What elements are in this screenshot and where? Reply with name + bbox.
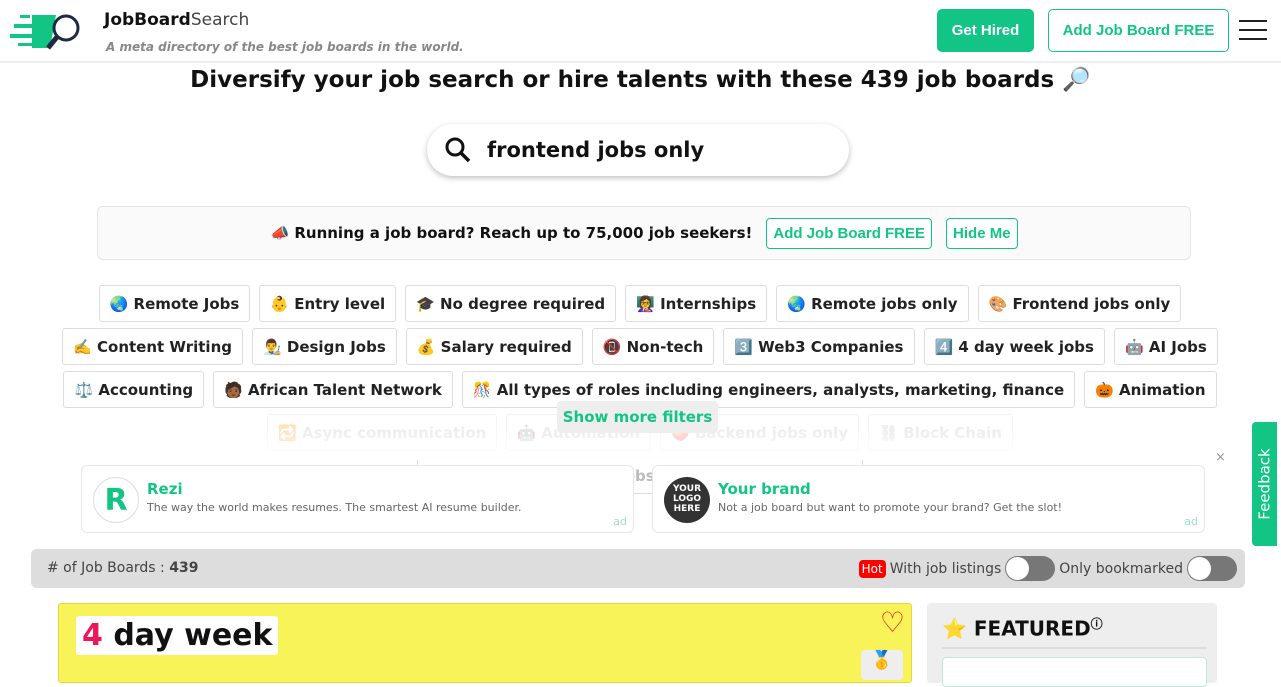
featured-title: ⭐ FEATUREDⓘ — [942, 616, 1103, 641]
rezi-logo-icon: R — [93, 477, 139, 523]
filter-chip[interactable]: 👨‍🎨 Design Jobs — [251, 328, 397, 365]
get-hired-button[interactable]: Get Hired — [937, 9, 1034, 52]
ad-title: Rezi — [147, 480, 183, 498]
featured-panel: ⭐ FEATUREDⓘ — [927, 603, 1217, 687]
featured-item[interactable] — [942, 657, 1207, 687]
filter-chip[interactable]: 🤖 AI Jobs — [1113, 328, 1218, 365]
bookmarked-label: Only bookmarked — [1059, 560, 1183, 577]
brand-light: Search — [190, 10, 250, 30]
medal-icon: 🥇 — [861, 650, 903, 680]
filter-chip[interactable]: 👩‍🏫 Internships — [625, 285, 768, 322]
with-listings-label: With job listings — [889, 560, 1002, 577]
ad-label: ad — [613, 515, 627, 528]
filter-chip[interactable]: 📵 Non-tech — [591, 328, 715, 365]
results-bar: # of Job Boards : 439 Hot With job listi… — [31, 549, 1245, 588]
board-count: # of Job Boards : 439 — [47, 560, 199, 576]
hide-me-button[interactable]: Hide Me — [946, 217, 1018, 249]
promo-banner: 📣 Running a job board? Reach up to 75,00… — [97, 206, 1191, 260]
bookmarked-toggle[interactable] — [1187, 556, 1237, 581]
hot-badge: Hot — [858, 559, 886, 578]
search-box[interactable] — [427, 124, 849, 176]
close-ads-icon[interactable]: × — [1215, 450, 1226, 465]
bookmark-heart-icon[interactable]: ♡ — [880, 606, 905, 639]
feedback-tab[interactable]: Feedback — [1252, 422, 1277, 546]
ad-desc: Not a job board but want to promote your… — [718, 501, 1063, 514]
promo-add-job-board-button[interactable]: Add Job Board FREE — [766, 217, 933, 249]
search-input[interactable] — [487, 138, 817, 162]
filter-chip[interactable]: 4️⃣ 4 day week jobs — [923, 328, 1105, 365]
feedback-label: Feedback — [1255, 448, 1274, 520]
search-icon — [445, 137, 471, 163]
ad-label: ad — [1184, 515, 1198, 528]
ad-card-rezi[interactable]: R Rezi The way the world makes resumes. … — [81, 465, 634, 533]
job-board-card[interactable]: 4 day week ♡ 🥇 — [58, 603, 912, 683]
promo-text: 📣 Running a job board? Reach up to 75,00… — [270, 224, 753, 242]
filter-chip[interactable]: ⚖️ Accounting — [63, 371, 205, 408]
ad-desc: The way the world makes resumes. The sma… — [147, 501, 522, 514]
add-job-board-button[interactable]: Add Job Board FREE — [1048, 9, 1229, 52]
tagline: A meta directory of the best job boards … — [106, 40, 464, 54]
filter-chip[interactable]: 🎓 No degree required — [405, 285, 617, 322]
filter-chip[interactable]: 🌏 Remote Jobs — [98, 285, 251, 322]
info-icon: ⓘ — [1090, 617, 1103, 631]
star-icon: ⭐ — [942, 616, 967, 641]
filter-chip[interactable]: 🌏 Remote jobs only — [776, 285, 969, 322]
job-board-name[interactable]: 4 day week — [76, 616, 279, 655]
filter-chip[interactable]: 3️⃣ Web3 Companies — [723, 328, 915, 365]
header: JobBoardSearch A meta directory of the b… — [0, 0, 1281, 63]
brand-name[interactable]: JobBoardSearch — [104, 10, 249, 30]
filter-chip[interactable]: 🎃 Animation — [1084, 371, 1217, 408]
filter-chip[interactable]: 🧑🏾 African Talent Network — [213, 371, 453, 408]
with-listings-toggle[interactable] — [1005, 556, 1056, 581]
filter-chip[interactable]: 💰 Salary required — [405, 328, 583, 365]
logo-magnifier-icon[interactable] — [10, 12, 82, 52]
filter-chip[interactable]: 🎨 Frontend jobs only — [977, 285, 1182, 322]
ad-card-your-brand[interactable]: YOUR LOGO HERE Your brand Not a job boar… — [652, 465, 1205, 533]
brand-bold: JobBoard — [104, 10, 191, 30]
ad-title: Your brand — [718, 480, 811, 498]
page-title: Diversify your job search or hire talent… — [190, 67, 1091, 93]
filter-chip[interactable]: 🎊 All types of roles including engineers… — [461, 371, 1076, 408]
filter-chips: 🌏 Remote Jobs 👶 Entry level 🎓 No degree re… — [40, 285, 1240, 494]
hamburger-menu-icon[interactable] — [1239, 20, 1267, 40]
filter-chip[interactable]: ✍️ Content Writing — [62, 328, 243, 365]
filter-chip[interactable]: 👶 Entry level — [259, 285, 397, 322]
your-logo-placeholder: YOUR LOGO HERE — [664, 477, 710, 523]
show-more-filters-button[interactable]: Show more filters — [557, 401, 718, 433]
